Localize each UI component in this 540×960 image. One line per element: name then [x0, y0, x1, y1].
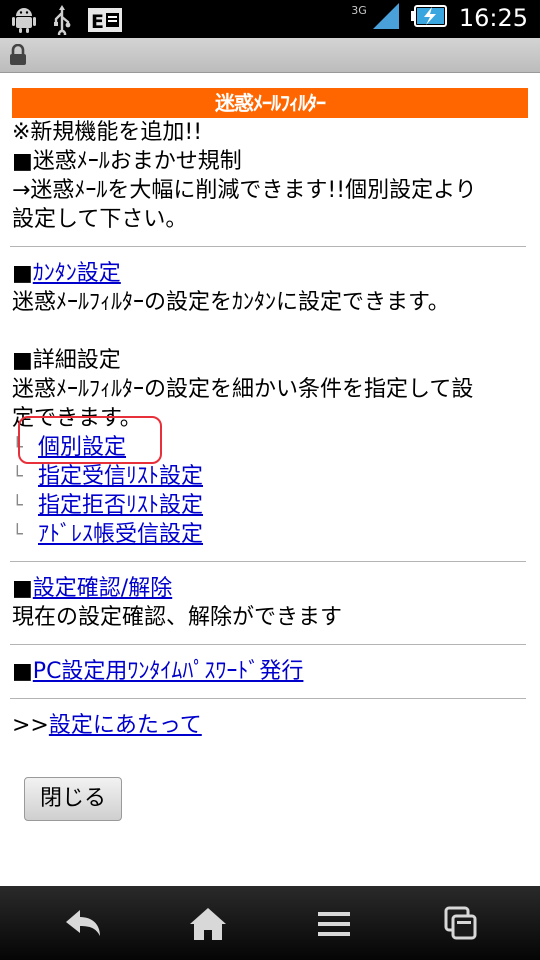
- detail-setting-title: ■詳細設定: [12, 348, 121, 373]
- deny-list-setting-link[interactable]: 指定拒否ﾘｽﾄ設定: [38, 491, 203, 520]
- close-button[interactable]: 閉じる: [24, 777, 122, 821]
- highlight-annotation: [18, 416, 162, 464]
- sub-link-row-allow-list: └ 指定受信ﾘｽﾄ設定: [12, 462, 528, 491]
- status-bar: E 3G 16:25: [0, 0, 540, 39]
- divider: [10, 698, 526, 699]
- back-icon[interactable]: [58, 904, 106, 944]
- sub-link-row-address-book: └ ｱﾄﾞﾚｽ帳受信設定: [12, 520, 528, 549]
- notice-desc-1: →迷惑ﾒｰﾙを大幅に削減できます!!個別設定より: [12, 178, 477, 203]
- page-title: 迷惑ﾒｰﾙﾌｨﾙﾀｰ: [12, 88, 528, 118]
- status-time: 16:25: [458, 4, 528, 32]
- signal-icon: [372, 3, 399, 33]
- address-book-setting-link[interactable]: ｱﾄﾞﾚｽ帳受信設定: [38, 520, 203, 549]
- easy-setting-desc: 迷惑ﾒｰﾙﾌｨﾙﾀｰの設定をｶﾝﾀﾝに設定できます。: [12, 290, 450, 315]
- usb-icon: [52, 5, 72, 39]
- network-type: 3G: [351, 3, 367, 17]
- confirm-desc: 現在の設定確認、解除ができます: [12, 605, 343, 630]
- notice-desc-2: 設定して下さい。: [12, 207, 188, 232]
- bullet-square: ■: [12, 576, 33, 601]
- bullet-square: ■: [12, 261, 33, 286]
- tree-corner-glyph: └: [12, 466, 23, 487]
- about-row: >>設定にあたって: [12, 711, 528, 740]
- confirm-row: ■設定確認/解除: [12, 574, 528, 603]
- android-icon: [12, 6, 36, 38]
- easy-setting-link[interactable]: ｶﾝﾀﾝ設定: [33, 261, 121, 286]
- about-prefix: >>: [12, 713, 49, 738]
- notice-new-feature: ※新規機能を追加!!: [12, 120, 203, 145]
- battery-charging-icon: [410, 5, 447, 31]
- svg-text:E: E: [91, 11, 104, 32]
- sub-link-row-deny-list: └ 指定拒否ﾘｽﾄ設定: [12, 491, 528, 520]
- divider: [10, 561, 526, 562]
- allow-list-setting-link[interactable]: 指定受信ﾘｽﾄ設定: [38, 462, 203, 491]
- page-content: 迷惑ﾒｰﾙﾌｨﾙﾀｰ ※新規機能を追加!! ■迷惑ﾒｰﾙおまかせ規制 →迷惑ﾒｰ…: [10, 88, 528, 740]
- tree-corner-glyph: └: [12, 524, 23, 545]
- easy-setting-row: ■ｶﾝﾀﾝ設定: [12, 259, 528, 288]
- about-settings-link[interactable]: 設定にあたって: [49, 713, 202, 738]
- home-icon[interactable]: [184, 904, 232, 944]
- lock-icon: [8, 43, 28, 70]
- pc-password-row: ■PC設定用ﾜﾝﾀｲﾑﾊﾟｽﾜｰﾄﾞ発行: [12, 657, 528, 686]
- confirm-cancel-link[interactable]: 設定確認/解除: [33, 576, 172, 601]
- bullet-square: ■: [12, 659, 33, 684]
- email-notice-icon: E: [88, 8, 122, 36]
- notice-auto-filter: ■迷惑ﾒｰﾙおまかせ規制: [12, 149, 242, 174]
- detail-setting-desc-1: 迷惑ﾒｰﾙﾌｨﾙﾀｰの設定を細かい条件を指定して設: [12, 377, 474, 402]
- recent-apps-icon[interactable]: [436, 904, 484, 944]
- divider: [10, 246, 526, 247]
- pc-password-link[interactable]: PC設定用ﾜﾝﾀｲﾑﾊﾟｽﾜｰﾄﾞ発行: [33, 659, 304, 684]
- tree-corner-glyph: └: [12, 495, 23, 516]
- divider: [10, 644, 526, 645]
- navigation-bar: [0, 886, 540, 960]
- security-bar: [0, 38, 540, 73]
- menu-icon[interactable]: [310, 904, 358, 944]
